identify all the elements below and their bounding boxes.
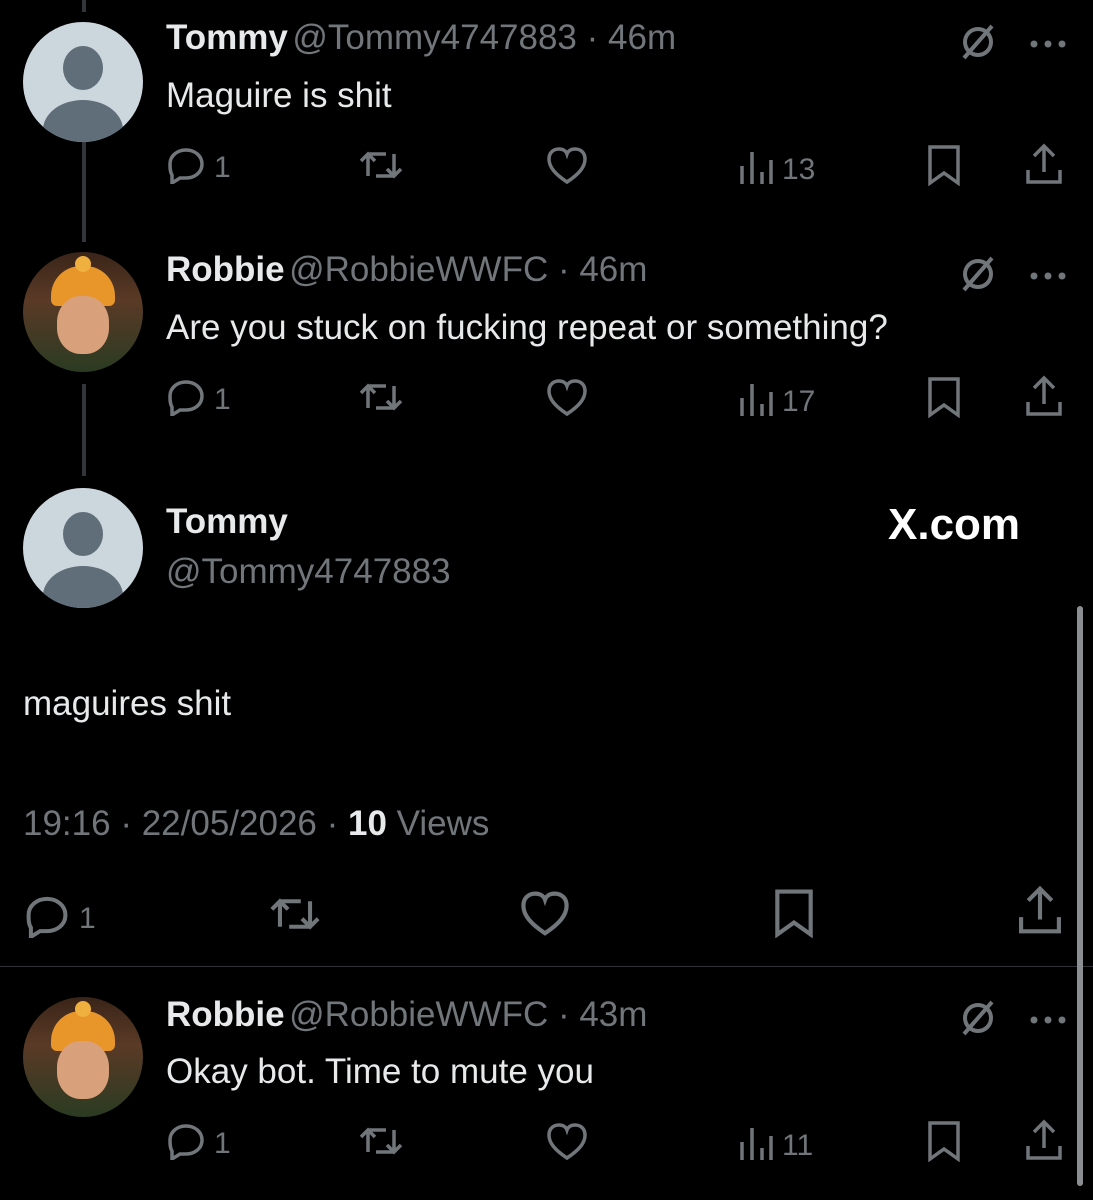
views-icon bbox=[738, 378, 774, 426]
views-button[interactable]: 11 bbox=[738, 1122, 813, 1170]
separator: · bbox=[316, 804, 348, 843]
bookmark-icon bbox=[926, 144, 962, 194]
views-count: 11 bbox=[782, 1129, 814, 1162]
grok-icon[interactable] bbox=[958, 22, 998, 67]
avatar[interactable] bbox=[23, 22, 143, 142]
more-icon[interactable] bbox=[1030, 36, 1066, 54]
views-count: 17 bbox=[782, 385, 816, 418]
bookmark-icon bbox=[772, 888, 816, 946]
tweet-text: Okay bot. Time to mute you bbox=[166, 1052, 594, 1091]
share-button[interactable] bbox=[1016, 884, 1064, 944]
views-button[interactable]: 13 bbox=[738, 146, 815, 194]
heart-icon bbox=[545, 1122, 589, 1170]
separator: · bbox=[548, 250, 580, 289]
reply-icon bbox=[23, 892, 71, 946]
share-icon bbox=[1016, 884, 1064, 944]
reply-count: 1 bbox=[214, 151, 231, 184]
grok-icon[interactable] bbox=[958, 254, 998, 299]
more-icon[interactable] bbox=[1030, 268, 1066, 286]
retweet-icon bbox=[358, 1122, 404, 1168]
timestamp[interactable]: 46m bbox=[579, 250, 647, 289]
reply-button[interactable]: 1 bbox=[166, 144, 231, 192]
views-icon bbox=[738, 146, 774, 194]
share-button[interactable] bbox=[1024, 1118, 1064, 1170]
share-button[interactable] bbox=[1024, 374, 1064, 426]
reply-icon bbox=[166, 376, 206, 424]
reply-count: 1 bbox=[214, 1127, 231, 1160]
separator: · bbox=[548, 995, 580, 1034]
heart-icon bbox=[518, 890, 572, 946]
heart-icon bbox=[545, 146, 589, 194]
grok-icon[interactable] bbox=[958, 998, 998, 1043]
retweet-button[interactable] bbox=[358, 1122, 404, 1168]
scrollbar[interactable] bbox=[1077, 606, 1083, 1186]
tweet-meta: 19:16 · 22/05/2026 · 10 Views bbox=[23, 804, 489, 844]
retweet-icon bbox=[358, 378, 404, 424]
reply-icon bbox=[166, 1120, 206, 1168]
heart-icon bbox=[545, 378, 589, 426]
author-handle[interactable]: @Tommy4747883 bbox=[166, 552, 451, 592]
retweet-icon bbox=[358, 146, 404, 192]
reply-button[interactable]: 1 bbox=[23, 892, 96, 946]
retweet-icon bbox=[268, 892, 322, 944]
tweet-text: Maguire is shit bbox=[166, 76, 392, 115]
author-name[interactable]: Robbie bbox=[166, 995, 285, 1034]
bookmark-button[interactable] bbox=[772, 888, 816, 946]
reply-button[interactable]: 1 bbox=[166, 376, 231, 424]
like-button[interactable] bbox=[545, 378, 589, 426]
author-name[interactable]: Robbie bbox=[166, 250, 285, 289]
views-icon bbox=[738, 1122, 774, 1170]
more-icon[interactable] bbox=[1030, 1012, 1066, 1030]
tweet-time[interactable]: 19:16 bbox=[23, 804, 111, 843]
tweet-date[interactable]: 22/05/2026 bbox=[142, 804, 317, 843]
share-icon bbox=[1024, 142, 1064, 194]
avatar[interactable] bbox=[23, 997, 143, 1117]
retweet-button[interactable] bbox=[268, 892, 322, 944]
author-handle[interactable]: @RobbieWWFC bbox=[289, 250, 548, 289]
avatar[interactable] bbox=[23, 252, 143, 372]
like-button[interactable] bbox=[545, 1122, 589, 1170]
retweet-button[interactable] bbox=[358, 378, 404, 424]
reply-count: 1 bbox=[214, 383, 231, 416]
author-handle[interactable]: @RobbieWWFC bbox=[289, 995, 548, 1034]
timestamp[interactable]: 46m bbox=[608, 18, 676, 57]
reply-icon bbox=[166, 144, 206, 192]
share-icon bbox=[1024, 1118, 1064, 1170]
tweet-text: maguires shit bbox=[23, 684, 232, 723]
author-name[interactable]: Tommy bbox=[166, 18, 288, 57]
author-handle[interactable]: @Tommy4747883 bbox=[292, 18, 577, 57]
author-name[interactable]: Tommy bbox=[166, 502, 288, 542]
bookmark-icon bbox=[926, 1120, 962, 1170]
views-button[interactable]: 17 bbox=[738, 378, 815, 426]
bookmark-icon bbox=[926, 376, 962, 426]
thread-connector bbox=[82, 384, 86, 476]
separator: · bbox=[110, 804, 142, 843]
tweet-text: Are you stuck on fucking repeat or somet… bbox=[166, 308, 888, 347]
like-button[interactable] bbox=[545, 146, 589, 194]
views-label: Views bbox=[386, 804, 490, 843]
timestamp[interactable]: 43m bbox=[579, 995, 647, 1034]
views-count: 13 bbox=[782, 153, 816, 186]
bookmark-button[interactable] bbox=[926, 1120, 962, 1170]
like-button[interactable] bbox=[518, 890, 572, 946]
retweet-button[interactable] bbox=[358, 146, 404, 192]
reply-count: 1 bbox=[79, 902, 96, 935]
reply-button[interactable]: 1 bbox=[166, 1120, 231, 1168]
share-icon bbox=[1024, 374, 1064, 426]
bookmark-button[interactable] bbox=[926, 144, 962, 194]
share-button[interactable] bbox=[1024, 142, 1064, 194]
views-count: 10 bbox=[347, 804, 387, 843]
thread-connector bbox=[82, 0, 86, 12]
bookmark-button[interactable] bbox=[926, 376, 962, 426]
separator: · bbox=[576, 18, 609, 57]
divider bbox=[0, 966, 1093, 967]
brand-watermark: X.com bbox=[888, 500, 1021, 549]
avatar[interactable] bbox=[23, 488, 143, 608]
thread-connector bbox=[82, 142, 86, 242]
